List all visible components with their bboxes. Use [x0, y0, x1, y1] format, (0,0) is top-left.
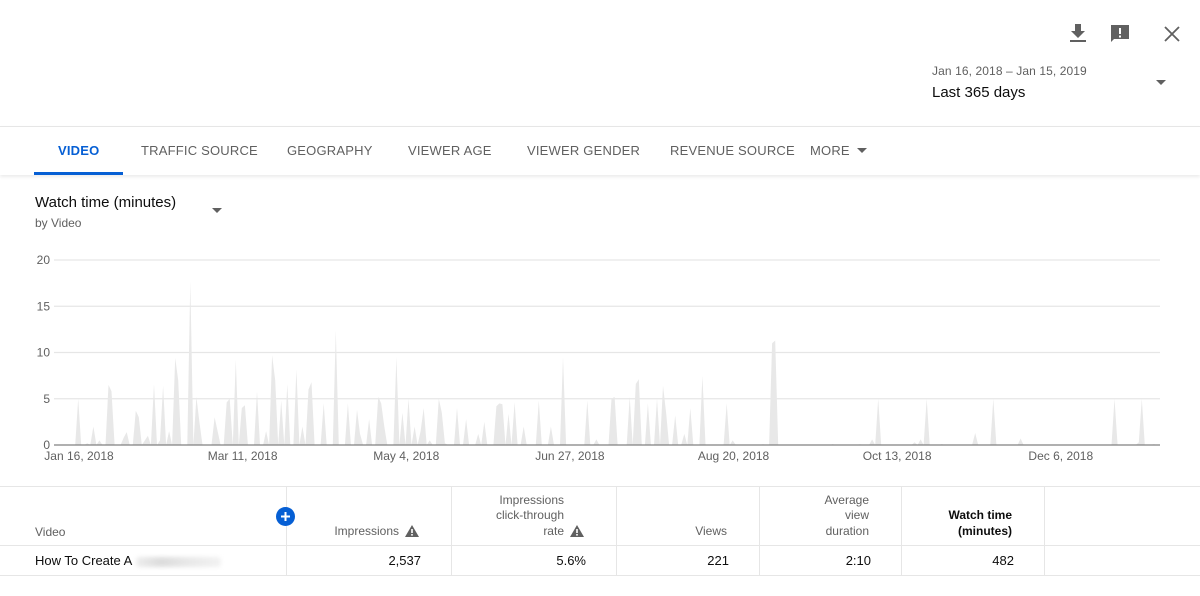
- caret-down-icon: [856, 148, 867, 154]
- x-tick-label: Aug 20, 2018: [698, 449, 770, 463]
- close-icon: [1164, 26, 1180, 42]
- cell-avg-view-duration: 2:10: [760, 546, 902, 575]
- video-title[interactable]: How To Create A: [35, 553, 132, 568]
- x-tick-label: Dec 6, 2018: [1028, 449, 1093, 463]
- y-tick-label: 15: [37, 299, 51, 313]
- x-tick-label: Mar 11, 2018: [208, 449, 278, 463]
- column-header-avg-view-duration[interactable]: Average view duration: [760, 487, 902, 545]
- metric-dropdown[interactable]: Watch time (minutes) by Video: [35, 194, 225, 234]
- tab-viewer-age[interactable]: VIEWER AGE: [408, 127, 492, 175]
- y-tick-label: 10: [37, 346, 51, 360]
- ctr-value: 5.6%: [556, 553, 586, 568]
- cell-watch-time: 482: [902, 546, 1045, 575]
- feedback-icon: [1111, 25, 1129, 42]
- y-tick-label: 5: [43, 392, 50, 406]
- column-header-watch-time[interactable]: Watch time (minutes): [902, 487, 1045, 545]
- tab-more[interactable]: MORE: [810, 127, 867, 175]
- x-tick-label: Oct 13, 2018: [863, 449, 932, 463]
- x-tick-label: Jan 16, 2018: [44, 449, 114, 463]
- tab-geography[interactable]: GEOGRAPHY: [287, 127, 373, 175]
- date-range-picker[interactable]: Jan 16, 2018 – Jan 15, 2019 Last 365 day…: [932, 64, 1172, 110]
- cell-video[interactable]: How To Create A: [0, 546, 287, 575]
- report-tabs: VIDEO TRAFFIC SOURCE GEOGRAPHY VIEWER AG…: [0, 126, 1200, 175]
- avg-view-duration-value: 2:10: [845, 553, 871, 568]
- column-label: view: [844, 508, 869, 522]
- y-tick-label: 20: [37, 253, 51, 267]
- close-button[interactable]: [1160, 22, 1184, 46]
- column-label: Impressions: [499, 492, 564, 507]
- chevron-down-icon: [1156, 80, 1166, 85]
- x-tick-label: May 4, 2018: [373, 449, 439, 463]
- warning-icon[interactable]: [570, 524, 584, 537]
- download-icon: [1070, 24, 1086, 42]
- column-label: click-through: [495, 508, 564, 522]
- tab-video[interactable]: VIDEO: [33, 127, 125, 175]
- date-range-text: Jan 16, 2018 – Jan 15, 2019: [932, 64, 1087, 78]
- tab-traffic-source[interactable]: TRAFFIC SOURCE: [141, 127, 258, 175]
- feedback-button[interactable]: [1108, 22, 1132, 46]
- chevron-down-icon: [212, 208, 222, 213]
- tab-more-label: MORE: [810, 143, 850, 158]
- column-label: Average: [824, 492, 869, 507]
- column-label: Impressions: [334, 523, 399, 538]
- cell-impressions: 2,537: [287, 546, 452, 575]
- column-header-impressions[interactable]: Impressions: [287, 487, 452, 545]
- column-header-ctr[interactable]: Impressions click-through rate: [452, 487, 617, 545]
- column-header-video[interactable]: Video: [0, 487, 287, 545]
- metrics-table: Video Impressions Impressions click-thro…: [0, 486, 1200, 576]
- column-label: duration: [825, 523, 869, 538]
- column-label: Watch time: [948, 508, 1012, 522]
- column-label: rate: [543, 523, 564, 538]
- cell-views: 221: [617, 546, 760, 575]
- metric-title: Watch time (minutes): [35, 194, 177, 211]
- column-label: (minutes): [958, 523, 1012, 538]
- impressions-value: 2,537: [388, 553, 421, 568]
- cell-ctr: 5.6%: [452, 546, 617, 575]
- metric-subtitle: by Video: [35, 216, 82, 230]
- column-label: Views: [695, 523, 727, 538]
- table-header: Video Impressions Impressions click-thro…: [0, 486, 1200, 546]
- watch-time-value: 482: [992, 553, 1014, 568]
- warning-icon[interactable]: [405, 524, 419, 537]
- views-value: 221: [707, 553, 729, 568]
- column-header-views[interactable]: Views: [617, 487, 760, 545]
- column-label: Video: [35, 525, 66, 539]
- redacted-text: [136, 556, 222, 567]
- download-button[interactable]: [1066, 22, 1090, 46]
- x-tick-label: Jun 27, 2018: [535, 449, 605, 463]
- tab-viewer-gender[interactable]: VIEWER GENDER: [527, 127, 640, 175]
- date-preset-label: Last 365 days: [932, 84, 1026, 101]
- watch-time-chart: 05101520Jan 16, 2018 Mar 11, 2018 May 4, 2…: [37, 253, 1160, 463]
- tab-revenue-source[interactable]: REVENUE SOURCE: [670, 127, 795, 175]
- table-row[interactable]: How To Create A 2,537 5.6% 221 2:10 482: [0, 546, 1200, 576]
